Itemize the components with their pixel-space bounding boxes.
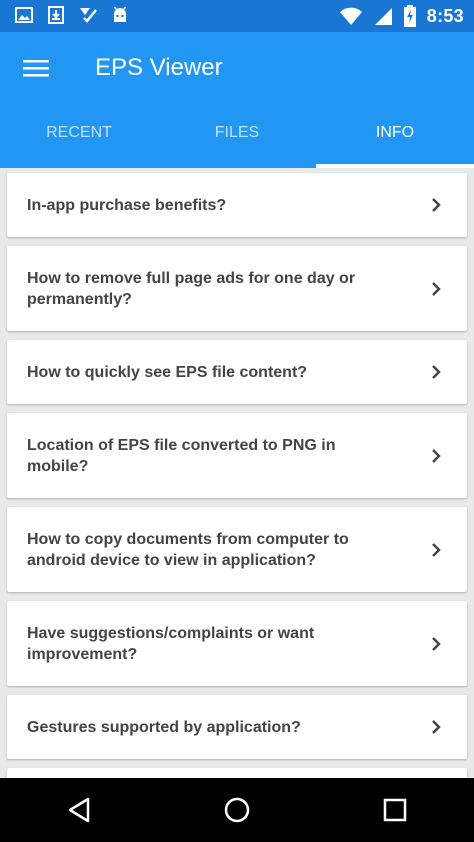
info-item-remove-ads[interactable]: How to remove full page ads for one day … — [7, 246, 467, 331]
info-item-label: Gestures supported by application? — [27, 718, 301, 736]
app-bar: EPS Viewer — [0, 32, 474, 104]
tasks-icon — [78, 5, 98, 25]
status-time: 8:53 — [426, 5, 464, 26]
info-item-suggestions[interactable]: Have suggestions/complaints or want impr… — [7, 601, 467, 686]
info-item-label: Location of EPS file converted to PNG in… — [27, 436, 336, 475]
signal-icon — [373, 6, 393, 26]
wifi-icon — [339, 6, 363, 26]
info-item-label: In-app purchase benefits? — [27, 196, 227, 214]
chevron-right-icon — [432, 542, 441, 557]
back-button[interactable] — [49, 785, 109, 835]
info-item-copy-documents[interactable]: How to copy documents from computer to a… — [7, 507, 467, 592]
chevron-right-icon — [432, 365, 441, 379]
info-list: In-app purchase benefits? How to remove … — [0, 168, 474, 778]
gallery-icon — [14, 5, 34, 25]
system-icons: 8:53 — [339, 5, 464, 27]
android-icon — [110, 5, 130, 25]
notification-icons — [14, 5, 130, 25]
info-item-in-app-purchase[interactable]: In-app purchase benefits? — [7, 173, 467, 237]
info-item-label: How to copy documents from computer to a… — [27, 530, 349, 569]
chevron-right-icon — [432, 720, 441, 734]
navigation-bar — [0, 778, 474, 842]
download-icon — [46, 5, 66, 25]
info-item-quick-view[interactable]: How to quickly see EPS file content? — [7, 340, 467, 404]
chevron-right-icon — [432, 636, 441, 651]
recents-icon — [383, 798, 407, 822]
info-item-label: How to quickly see EPS file content? — [27, 363, 308, 381]
tab-recent[interactable]: RECENT — [0, 104, 158, 168]
info-item-label: Have suggestions/complaints or want impr… — [27, 624, 315, 663]
status-bar: 8:53 — [0, 0, 474, 32]
back-icon — [68, 797, 90, 823]
info-item-png-location[interactable]: Location of EPS file converted to PNG in… — [7, 413, 467, 498]
home-button[interactable] — [207, 785, 267, 835]
recents-button[interactable] — [365, 785, 425, 835]
tab-bar: RECENT FILES INFO — [0, 104, 474, 168]
tab-info[interactable]: INFO — [316, 104, 474, 168]
chevron-right-icon — [432, 448, 441, 463]
info-item-gestures[interactable]: Gestures supported by application? — [7, 695, 467, 759]
chevron-right-icon — [432, 198, 441, 212]
home-icon — [224, 797, 250, 823]
chevron-right-icon — [432, 281, 441, 296]
tab-files[interactable]: FILES — [158, 104, 316, 168]
hamburger-menu-icon — [23, 60, 49, 77]
battery-charging-icon — [403, 5, 417, 27]
info-item-label: How to remove full page ads for one day … — [27, 269, 356, 308]
app-title: EPS Viewer — [95, 54, 223, 81]
info-item-partial[interactable] — [7, 768, 467, 778]
menu-button[interactable] — [16, 50, 56, 86]
